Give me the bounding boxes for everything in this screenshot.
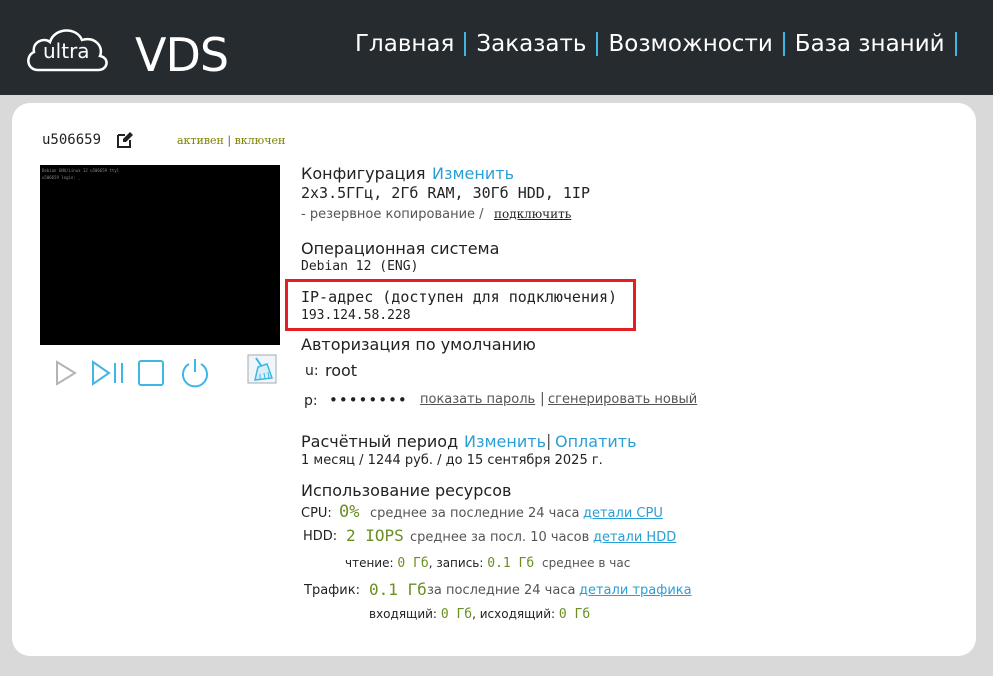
status-active: активен (177, 134, 224, 147)
auth-title: Авторизация по умолчанию (301, 335, 536, 354)
pause-play-icon[interactable] (90, 359, 126, 387)
console-screen[interactable]: Debian GNU/Linux 12 u506659 ttyl u506659… (40, 165, 280, 345)
generate-password-link[interactable]: сгенерировать новый (548, 392, 697, 407)
os-title: Операционная система (301, 239, 500, 258)
read-value: 0 Гб (397, 556, 429, 571)
nav-separator (596, 32, 599, 56)
hdd-desc: среднее за посл. 10 часов (410, 530, 590, 545)
traffic-value: 0.1 Гб (369, 580, 427, 599)
billing-value: 1 месяц / 1244 руб. / до 15 сентября 202… (301, 453, 603, 468)
logo-vds-text: VDS (135, 28, 229, 82)
out-value: 0 Гб (558, 607, 591, 622)
nav-home[interactable]: Главная (355, 30, 454, 58)
config-value: 2x3.5ГГц, 2Гб RAM, 30Гб HDD, 1IP (301, 184, 590, 202)
edit-icon[interactable] (116, 131, 134, 149)
play-icon[interactable] (54, 359, 78, 387)
billing-pay-link[interactable]: Оплатить (555, 432, 637, 451)
ip-title: IP-адрес (доступен для подключения) (301, 288, 618, 306)
status-on: включен (234, 134, 286, 147)
auth-pass-mask: •••••••• (329, 391, 408, 409)
write-label: , запись: (428, 556, 484, 570)
server-id: u506659 (42, 132, 102, 148)
hdd-label: HDD: (303, 529, 338, 544)
traffic-desc: за последние 24 часа (427, 583, 576, 598)
nav-separator (464, 32, 467, 56)
main-nav: Главная Заказать Возможности База знаний (355, 30, 967, 58)
stop-icon[interactable] (137, 359, 165, 387)
hdd-value: 2 IOPS (346, 526, 404, 545)
backup-connect-link[interactable]: подключить (494, 207, 571, 221)
resources-title: Использование ресурсов (301, 481, 512, 500)
status-separator: | (227, 134, 232, 147)
logo-ultra-text: ultra (43, 39, 90, 63)
console-line: u506659 login: _ (42, 175, 81, 180)
os-value: Debian 12 (ENG) (301, 259, 419, 274)
hdd-rw-line: чтение: 0 Гб, запись: 0.1 Гб среднее в ч… (345, 556, 630, 571)
cpu-label: CPU: (301, 506, 332, 521)
rw-desc: среднее в час (542, 556, 631, 570)
config-change-link[interactable]: Изменить (432, 164, 514, 183)
nav-knowledge-base[interactable]: База знаний (795, 30, 945, 58)
nav-separator (782, 32, 785, 56)
status-badge: активен | включен (177, 134, 285, 147)
hdd-details-link[interactable]: детали HDD (593, 530, 676, 545)
traffic-io-line: входящий: 0 Гб, исходящий: 0 Гб (369, 607, 590, 622)
auth-user-value[interactable]: root (325, 361, 357, 380)
read-label: чтение: (345, 556, 394, 570)
nav-separator (954, 32, 957, 56)
show-password-link[interactable]: показать пароль (420, 392, 535, 407)
cpu-desc: среднее за последние 24 часа (370, 506, 580, 521)
logo[interactable]: ultra VDS (24, 18, 229, 78)
cpu-value: 0% (339, 502, 360, 522)
console-line: Debian GNU/Linux 12 u506659 ttyl (42, 168, 120, 173)
billing-change-link[interactable]: Изменить (464, 432, 546, 451)
top-bar: ultra VDS Главная Заказать Возможности Б… (0, 0, 993, 95)
broom-icon[interactable] (247, 354, 277, 384)
out-label: , исходящий: (472, 607, 556, 621)
power-icon[interactable] (179, 357, 211, 389)
traffic-details-link[interactable]: детали трафика (579, 583, 692, 598)
cpu-details-link[interactable]: детали CPU (583, 506, 663, 521)
nav-features[interactable]: Возможности (608, 30, 772, 58)
billing-separator: | (546, 431, 552, 450)
auth-link-separator: | (540, 391, 545, 407)
auth-user-label: u: (305, 363, 319, 379)
nav-order[interactable]: Заказать (476, 30, 586, 58)
in-label: входящий: (369, 607, 437, 621)
config-title: Конфигурация (301, 164, 426, 183)
write-value: 0.1 Гб (487, 556, 535, 571)
in-value: 0 Гб (440, 607, 473, 622)
traffic-label: Трафик: (304, 583, 360, 598)
auth-pass-label: p: (304, 393, 318, 409)
ip-value[interactable]: 193.124.58.228 (301, 308, 411, 323)
billing-title: Расчётный период (301, 432, 459, 451)
backup-text: - резервное копирование / (301, 207, 484, 222)
